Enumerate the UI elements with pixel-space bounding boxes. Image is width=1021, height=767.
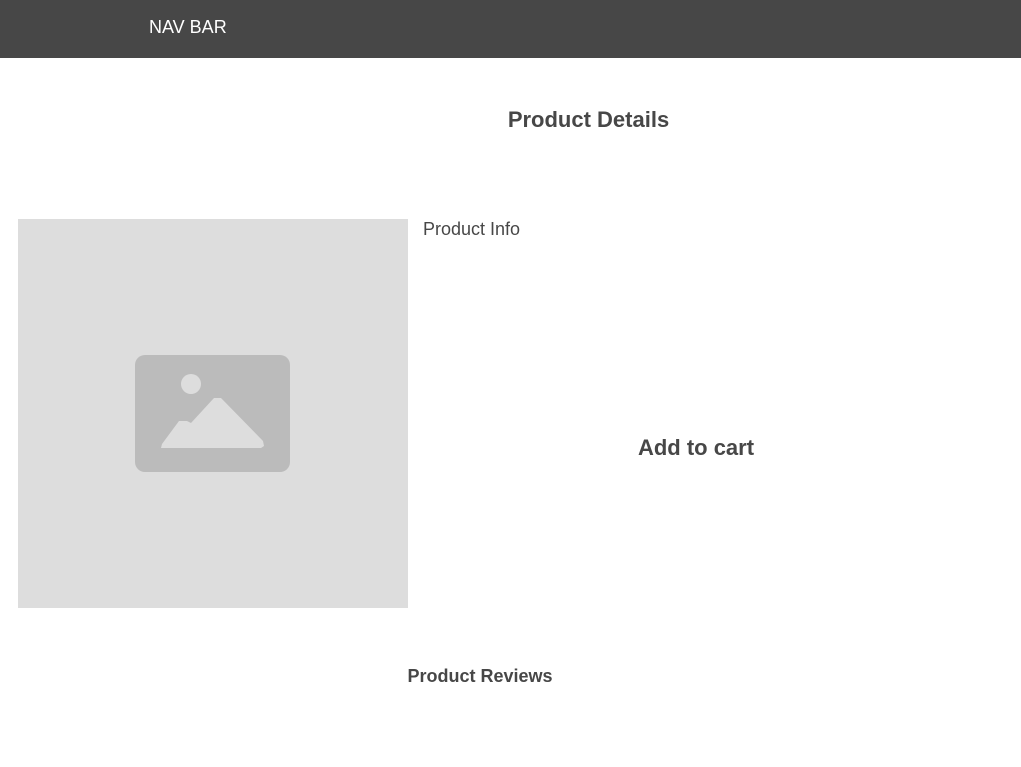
- image-placeholder-icon: [135, 355, 290, 472]
- nav-bar-label[interactable]: NAV BAR: [149, 17, 227, 37]
- nav-bar: NAV BAR: [0, 0, 1021, 58]
- add-to-cart-button[interactable]: Add to cart: [596, 434, 796, 462]
- page-title: Product Details: [507, 107, 670, 132]
- product-image: [18, 219, 408, 608]
- product-page: NAV BAR Product Details Product Info Add…: [0, 0, 1021, 767]
- product-info: Product Info: [423, 219, 521, 239]
- product-reviews-heading: Product Reviews: [407, 666, 553, 686]
